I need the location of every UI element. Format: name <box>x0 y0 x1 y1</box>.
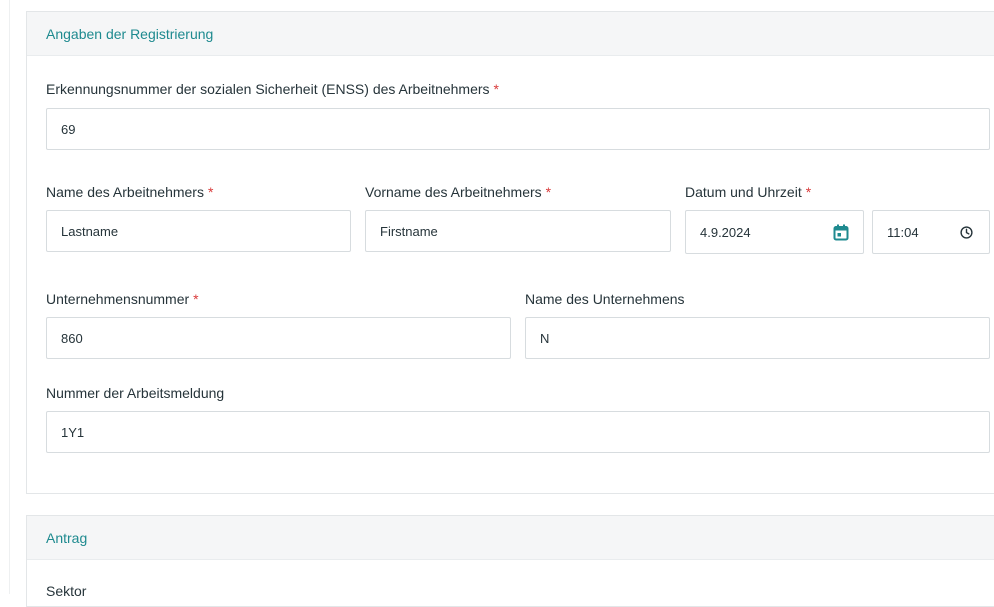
work-notice-label-text: Nummer der Arbeitsmeldung <box>46 385 225 401</box>
date-input[interactable]: 4.9.2024 <box>685 210 864 254</box>
company-number-label: Unternehmensnummer * <box>46 291 199 307</box>
firstname-label: Vorname des Arbeitnehmers * <box>365 184 551 200</box>
application-panel-title: Antrag <box>46 529 88 546</box>
company-number-label-text: Unternehmensnummer <box>46 291 190 307</box>
required-marker: * <box>207 184 214 200</box>
required-marker: * <box>805 184 812 200</box>
work-notice-input[interactable]: 1Y1 <box>46 411 990 453</box>
company-name-label: Name des Unternehmens <box>525 291 685 307</box>
lastname-label-text: Name des Arbeitnehmers <box>46 184 204 200</box>
work-notice-label: Nummer der Arbeitsmeldung <box>46 385 224 401</box>
enss-value: 69 <box>61 121 76 137</box>
required-marker: * <box>193 291 199 307</box>
work-notice-value: 1Y1 <box>61 424 85 440</box>
firstname-value: Firstname <box>380 223 438 239</box>
company-name-value: N <box>540 330 550 346</box>
calendar-icon[interactable] <box>832 223 850 241</box>
application-panel-header: Antrag <box>27 516 994 560</box>
datetime-label: Datum und Uhrzeit * <box>685 184 811 200</box>
required-marker: * <box>493 81 499 97</box>
time-input[interactable]: 11:04 <box>872 210 990 254</box>
firstname-label-text: Vorname des Arbeitnehmers <box>365 184 542 200</box>
required-marker: * <box>545 184 552 200</box>
lastname-value: Lastname <box>61 223 119 239</box>
enss-input[interactable]: 69 <box>46 108 990 150</box>
lastname-label: Name des Arbeitnehmers * <box>46 184 213 200</box>
registration-panel-header: Angaben der Registrierung <box>27 12 994 56</box>
enss-label-text: Erkennungsnummer der sozialen Sicherheit… <box>46 81 490 97</box>
lastname-input[interactable]: Lastname <box>46 210 351 252</box>
enss-label: Erkennungsnummer der sozialen Sicherheit… <box>46 81 499 97</box>
time-value: 11:04 <box>887 224 919 240</box>
company-name-label-text: Name des Unternehmens <box>525 291 685 307</box>
company-name-input[interactable]: N <box>525 317 990 359</box>
sector-label: Sektor <box>46 583 86 599</box>
datetime-label-text: Datum und Uhrzeit <box>685 184 802 200</box>
date-value: 4.9.2024 <box>700 224 751 240</box>
company-number-input[interactable]: 860 <box>46 317 511 359</box>
registration-panel: Angaben der Registrierung Erkennungsnumm… <box>26 11 994 494</box>
clock-icon[interactable] <box>959 225 973 239</box>
company-number-value: 860 <box>61 330 83 346</box>
registration-panel-title: Angaben der Registrierung <box>46 25 214 42</box>
sector-label-text: Sektor <box>46 583 87 599</box>
page-left-border <box>9 0 10 594</box>
application-panel: Antrag Sektor <box>26 515 994 607</box>
firstname-input[interactable]: Firstname <box>365 210 671 252</box>
